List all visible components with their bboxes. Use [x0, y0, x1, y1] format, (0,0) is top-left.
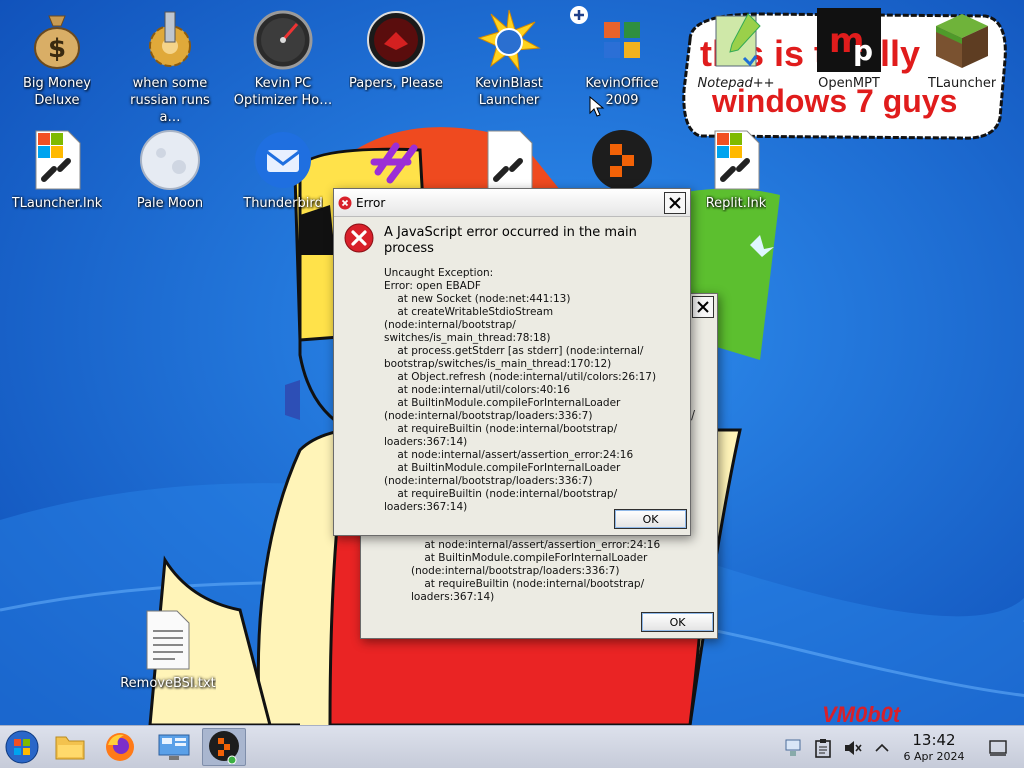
desktop-icon-big-money-deluxe[interactable]: $ Big Money Deluxe	[5, 8, 109, 109]
taskbar-replit[interactable]	[202, 728, 246, 766]
tray-clipboard[interactable]	[812, 726, 834, 768]
network-icon	[785, 739, 801, 756]
close-button[interactable]	[664, 192, 686, 214]
shortcut-file-icon	[477, 128, 541, 192]
shortcut-file-icon	[704, 128, 768, 192]
shortcut-file-icon	[25, 128, 89, 192]
desktop-icon-shortcut[interactable]	[457, 128, 561, 192]
desktop-icon-notepad-plus-plus[interactable]: Notepad++	[684, 8, 788, 92]
desktop-icon-openmpt[interactable]: mp OpenMPT	[797, 8, 901, 92]
selection-plus-icon	[570, 6, 588, 24]
close-icon	[669, 197, 681, 209]
speedometer-icon	[251, 8, 315, 72]
text-file-icon	[136, 608, 200, 672]
file-explorer-icon	[55, 736, 85, 760]
clock-date: 6 Apr 2024	[903, 750, 965, 763]
starburst-icon	[477, 8, 541, 72]
desktop-icon-tlauncher-lnk[interactable]: TLauncher.lnk	[5, 128, 109, 212]
desktop-icon-removebsi-txt[interactable]: RemoveBSI.txt	[116, 608, 220, 692]
desktop-icon-russian-runs[interactable]: when some russian runs a…	[118, 8, 222, 126]
money-bag-icon: $	[25, 8, 89, 72]
desktop-icon-thunderbird[interactable]: Thunderbird	[231, 128, 335, 212]
truncated-text-marker: /	[691, 408, 696, 422]
grass-block-icon	[930, 8, 994, 72]
start-orb-icon	[5, 730, 39, 764]
desktop-icon-kevin-pc-optimizer[interactable]: Kevin PC Optimizer Ho…	[231, 8, 335, 109]
chevron-up-icon	[875, 743, 889, 752]
replit-app-icon	[209, 731, 239, 764]
error-headline: A JavaScript error occurred in the main …	[384, 225, 637, 256]
error-small-icon	[338, 196, 352, 209]
desktop-icon-papers-please[interactable]: Papers, Please	[344, 8, 448, 92]
control-panel-icon	[158, 734, 190, 760]
taskbar-file-explorer[interactable]	[48, 728, 92, 766]
gears-icon	[138, 8, 202, 72]
close-button[interactable]	[692, 296, 714, 318]
notepad-plus-icon	[704, 8, 768, 72]
clipboard-icon	[815, 738, 831, 758]
purple-logo-icon	[364, 128, 428, 192]
volume-muted-icon	[845, 740, 862, 755]
error-icon	[344, 223, 374, 253]
thunderbird-icon	[251, 128, 315, 192]
papers-please-icon	[364, 8, 428, 72]
desktop-icon-replit-lnk[interactable]: Replit.lnk	[684, 128, 788, 212]
tray-overflow[interactable]	[872, 726, 892, 768]
desktop-icon-tlauncher[interactable]: TLauncher	[910, 8, 1014, 92]
taskbar: 13:42 6 Apr 2024	[0, 725, 1024, 768]
ok-button[interactable]: OK	[641, 612, 714, 632]
desktop-icon-purple-app[interactable]	[344, 128, 448, 192]
svg-text:p: p	[853, 34, 873, 67]
openmpt-icon: mp	[817, 8, 881, 72]
office-logo-icon	[590, 8, 654, 72]
clock-time: 13:42	[912, 731, 956, 749]
desktop-icon-kevinoffice-2009[interactable]: KevinOffice 2009	[570, 8, 674, 109]
taskbar-firefox[interactable]	[98, 728, 142, 766]
ok-button[interactable]: OK	[614, 509, 687, 529]
show-desktop-icon	[989, 739, 1007, 756]
tray-volume[interactable]	[842, 726, 864, 768]
error-detail-text: Uncaught Exception: Error: open EBADF at…	[384, 267, 657, 513]
firefox-icon	[106, 733, 134, 761]
taskbar-clock[interactable]: 13:42 6 Apr 2024	[894, 731, 974, 764]
error-detail-text: at node:internal/assert/assertion_error:…	[411, 539, 661, 603]
desktop-icon-pale-moon[interactable]: Pale Moon	[118, 128, 222, 212]
taskbar-control-panel[interactable]	[152, 728, 196, 766]
pale-moon-icon	[138, 128, 202, 192]
error-dialog[interactable]: Error A JavaScript error occurred in the…	[333, 188, 691, 536]
desktop-icon-kevinblast-launcher[interactable]: KevinBlast Launcher	[457, 8, 561, 109]
dialog-title: Error	[356, 195, 386, 210]
replit-app-icon	[590, 128, 654, 192]
dialog-titlebar[interactable]: Error	[334, 189, 690, 217]
mouse-cursor-icon	[589, 96, 605, 117]
desktop-icon-replit[interactable]	[570, 128, 674, 192]
tray-network[interactable]	[782, 726, 804, 768]
svg-text:$: $	[48, 34, 66, 64]
start-button[interactable]	[0, 728, 44, 766]
close-icon	[697, 301, 709, 313]
wallpaper-signature: VM0b0t	[822, 702, 902, 725]
show-desktop-button[interactable]	[986, 726, 1010, 768]
